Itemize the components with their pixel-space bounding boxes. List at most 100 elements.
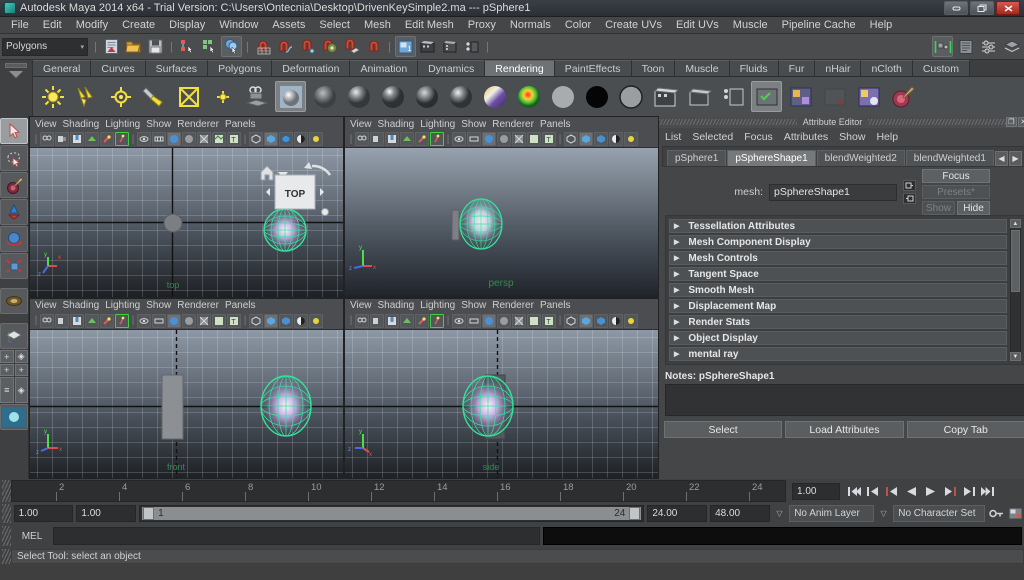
viewport-menu-show[interactable]: Show xyxy=(461,300,492,311)
ae-mesh-name-field[interactable]: pSphereShape1 xyxy=(769,183,897,201)
bookmark-icon[interactable] xyxy=(385,313,399,328)
layout-outliner-icon[interactable]: ≡ xyxy=(0,377,14,403)
step-forward-key-icon[interactable] xyxy=(961,483,976,499)
menu-item-assets[interactable]: Assets xyxy=(265,17,312,34)
viewport-menu-renderer[interactable]: Renderer xyxy=(177,119,225,130)
batch-render-options-icon[interactable] xyxy=(683,81,714,112)
camera-attributes-icon[interactable] xyxy=(55,132,69,146)
menu-item-normals[interactable]: Normals xyxy=(503,17,558,34)
smooth-shade-all-icon[interactable] xyxy=(167,132,181,146)
select-camera-icon[interactable] xyxy=(355,313,369,328)
show-channel-box-icon[interactable] xyxy=(932,36,953,57)
xray-mode-icon[interactable] xyxy=(249,313,263,328)
show-attribute-editor-icon[interactable] xyxy=(955,36,976,57)
shelf-tab-fur[interactable]: Fur xyxy=(778,60,816,76)
rollout-smooth-mesh[interactable]: ▶ Smooth Mesh xyxy=(669,283,1007,297)
rotate-tool-button[interactable] xyxy=(0,226,28,252)
rollout-mesh-controls[interactable]: ▶ Mesh Controls xyxy=(669,251,1007,265)
snap-to-projected-center-icon[interactable] xyxy=(319,36,340,57)
chevron-left-icon[interactable]: ◀ xyxy=(994,151,1008,166)
character-set-dropdown-icon[interactable]: ▽ xyxy=(877,505,890,522)
xray-mode-icon[interactable] xyxy=(564,313,578,328)
wireframe-icon[interactable] xyxy=(152,313,166,328)
ae-menu-selected[interactable]: Selected xyxy=(692,131,741,143)
volume-light-icon[interactable] xyxy=(207,81,238,112)
command-output-field[interactable] xyxy=(543,527,1022,545)
shelf-tab-polygons[interactable]: Polygons xyxy=(208,60,273,76)
step-forward-frame-icon[interactable] xyxy=(942,483,957,499)
ae-select-button[interactable]: Select xyxy=(664,421,783,438)
paint-select-tool-button[interactable] xyxy=(0,172,28,198)
bookmark-icon[interactable] xyxy=(70,132,84,146)
use-all-lights-icon[interactable] xyxy=(430,313,444,328)
ae-copy-tab-button[interactable]: Copy Tab xyxy=(906,421,1024,438)
shelf-options-icon[interactable] xyxy=(9,71,23,78)
rollout-object-display[interactable]: ▶ Object Display xyxy=(669,331,1007,345)
render-settings-icon[interactable] xyxy=(461,36,482,57)
go-to-end-icon[interactable] xyxy=(980,483,995,499)
smooth-shade-all-icon[interactable] xyxy=(167,313,181,328)
range-slider-grip[interactable] xyxy=(2,504,11,523)
image-plane-icon[interactable] xyxy=(85,313,99,328)
hardware-texturing-icon[interactable] xyxy=(212,132,226,146)
viewport-menu-show[interactable]: Show xyxy=(146,119,177,130)
viewport-menu-panels[interactable]: Panels xyxy=(540,119,577,130)
render-view-icon[interactable] xyxy=(275,81,306,112)
chevron-right-icon[interactable]: ▶ xyxy=(1008,151,1022,166)
xray-text-icon[interactable]: T xyxy=(227,313,241,328)
paint-effects-icon[interactable] xyxy=(887,81,918,112)
hardware-texturing-icon[interactable] xyxy=(212,313,226,328)
exposure-icon[interactable] xyxy=(609,132,623,146)
layout-quick-switch-2[interactable]: ≡ ◈ xyxy=(0,377,28,403)
shelf-tab-animation[interactable]: Animation xyxy=(350,60,419,76)
show-layer-editor-icon[interactable] xyxy=(1001,36,1022,57)
viewport-menu-show[interactable]: Show xyxy=(461,119,492,130)
lambert-material-icon[interactable] xyxy=(309,81,340,112)
menu-item-mesh[interactable]: Mesh xyxy=(357,17,398,34)
toolbar-divider-3[interactable]: | xyxy=(243,38,252,56)
anim-layer-selector[interactable]: No Anim Layer xyxy=(789,505,874,522)
toolbar-divider-2[interactable]: | xyxy=(167,38,176,56)
play-forwards-icon[interactable] xyxy=(923,483,938,499)
step-back-key-icon[interactable] xyxy=(866,483,881,499)
command-line-grip[interactable] xyxy=(2,526,11,546)
shadows-icon[interactable] xyxy=(452,313,466,328)
image-plane-icon[interactable] xyxy=(85,132,99,146)
select-tool-button[interactable] xyxy=(0,118,28,144)
two-sided-lighting-icon[interactable] xyxy=(100,132,114,146)
irr-render-icon[interactable] xyxy=(439,36,460,57)
time-slider-grip[interactable] xyxy=(2,480,11,502)
viewport-menu-lighting[interactable]: Lighting xyxy=(105,119,146,130)
anim-layer-dropdown-icon[interactable]: ▽ xyxy=(773,505,786,522)
select-camera-icon[interactable] xyxy=(355,132,369,146)
ae-show-button[interactable]: Show xyxy=(922,201,955,215)
menu-item-edit-mesh[interactable]: Edit Mesh xyxy=(398,17,461,34)
menu-item-edit-uvs[interactable]: Edit UVs xyxy=(669,17,726,34)
viewport-front-canvas[interactable]: x y z front xyxy=(30,329,343,478)
new-scene-icon[interactable] xyxy=(101,36,122,57)
viewport-menu-panels[interactable]: Panels xyxy=(540,300,577,311)
rollout-mesh-component-display[interactable]: ▶ Mesh Component Display xyxy=(669,235,1007,249)
scroll-up-icon[interactable]: ▲ xyxy=(1009,219,1021,228)
batch-render-icon[interactable] xyxy=(649,81,680,112)
menu-item-create-uvs[interactable]: Create UVs xyxy=(598,17,669,34)
shadows-icon[interactable] xyxy=(452,132,466,146)
viewport-menu-view[interactable]: View xyxy=(35,119,63,130)
snap-to-curve-icon[interactable] xyxy=(275,36,296,57)
render-current-frame-icon[interactable] xyxy=(417,36,438,57)
rollout-render-stats[interactable]: ▶ Render Stats xyxy=(669,315,1007,329)
show-tool-settings-icon[interactable] xyxy=(978,36,999,57)
menu-item-modify[interactable]: Modify xyxy=(69,17,115,34)
use-background-icon[interactable] xyxy=(581,81,612,112)
ae-menu-help[interactable]: Help xyxy=(876,131,906,143)
next-node-icon[interactable] xyxy=(903,193,916,204)
camera-icon[interactable] xyxy=(241,81,272,112)
point-light-icon[interactable] xyxy=(37,81,68,112)
area-light-icon[interactable] xyxy=(173,81,204,112)
bookmark-icon[interactable] xyxy=(385,132,399,146)
playback-end-time-field[interactable]: 24.00 xyxy=(647,505,708,522)
select-by-hierarchy-icon[interactable] xyxy=(177,36,198,57)
undock-icon[interactable]: ❐ xyxy=(1005,117,1017,127)
surface-shader-icon[interactable] xyxy=(547,81,578,112)
select-camera-icon[interactable] xyxy=(40,313,54,328)
